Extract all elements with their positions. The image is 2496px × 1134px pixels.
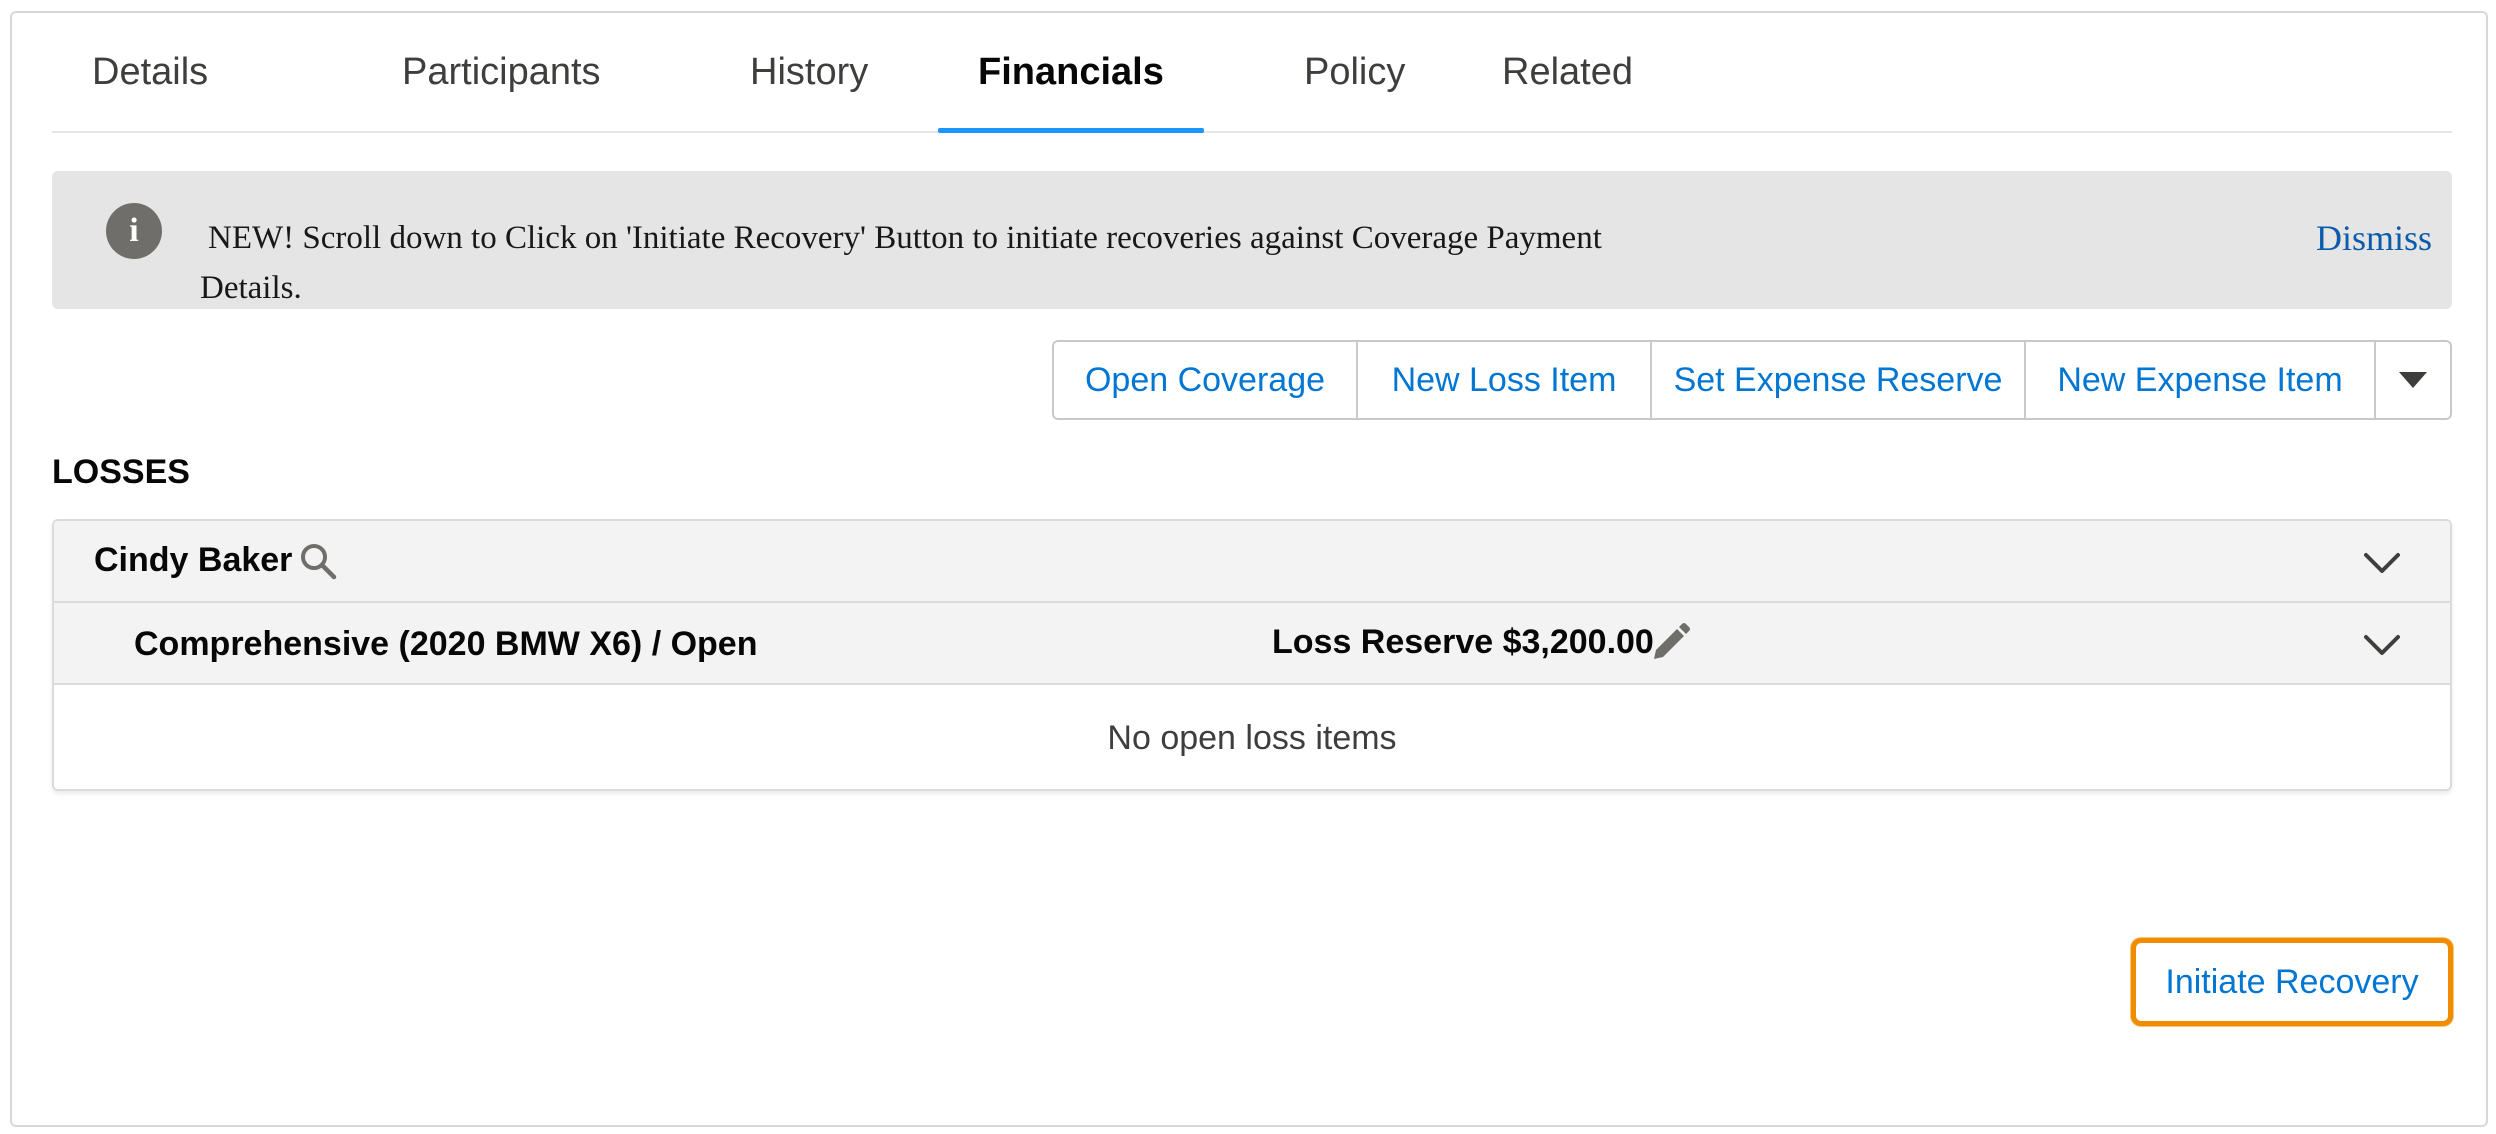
financials-card: Details Participants History Financials … <box>10 11 2488 1127</box>
empty-state-message: No open loss items <box>54 685 2450 789</box>
caret-down-icon <box>2399 372 2427 388</box>
participant-name: Cindy Baker <box>94 541 293 579</box>
new-loss-item-button[interactable]: New Loss Item <box>1358 342 1652 418</box>
losses-list: Cindy Baker Comprehensive (2020 BMW X6) … <box>52 519 2452 791</box>
coverage-name: Comprehensive (2020 BMW X6) / Open <box>134 625 758 663</box>
tab-bar: Details Participants History Financials … <box>52 13 2452 133</box>
search-icon[interactable] <box>298 541 338 581</box>
open-coverage-button[interactable]: Open Coverage <box>1054 342 1358 418</box>
tab-related[interactable]: Related <box>1438 13 1698 131</box>
chevron-down-icon[interactable] <box>2360 541 2404 585</box>
loss-reserve-amount: Loss Reserve $3,200.00 <box>1272 623 1654 661</box>
chevron-down-icon[interactable] <box>2360 623 2404 667</box>
tab-financials[interactable]: Financials <box>938 13 1204 133</box>
losses-section-title: LOSSES <box>52 453 190 491</box>
info-icon: i <box>106 203 162 259</box>
new-feature-notification: i NEW! Scroll down to Click on 'Initiate… <box>52 171 2452 309</box>
new-expense-item-button[interactable]: New Expense Item <box>2026 342 2376 418</box>
set-expense-reserve-button[interactable]: Set Expense Reserve <box>1652 342 2026 418</box>
participant-row: Cindy Baker <box>54 521 2450 603</box>
tab-policy[interactable]: Policy <box>1204 13 1438 131</box>
tab-details[interactable]: Details <box>52 13 312 131</box>
dismiss-link[interactable]: Dismiss <box>2316 217 2432 259</box>
tab-participants[interactable]: Participants <box>312 13 658 131</box>
notification-text: NEW! Scroll down to Click on 'Initiate R… <box>200 220 1602 306</box>
financial-actions-button-group: Open Coverage New Loss Item Set Expense … <box>1052 340 2452 420</box>
coverage-row: Comprehensive (2020 BMW X6) / Open Loss … <box>54 603 2450 685</box>
tab-history[interactable]: History <box>658 13 894 131</box>
initiate-recovery-button[interactable]: Initiate Recovery <box>2131 938 2453 1026</box>
pencil-icon[interactable] <box>1646 621 1692 667</box>
more-actions-button[interactable] <box>2376 342 2450 418</box>
